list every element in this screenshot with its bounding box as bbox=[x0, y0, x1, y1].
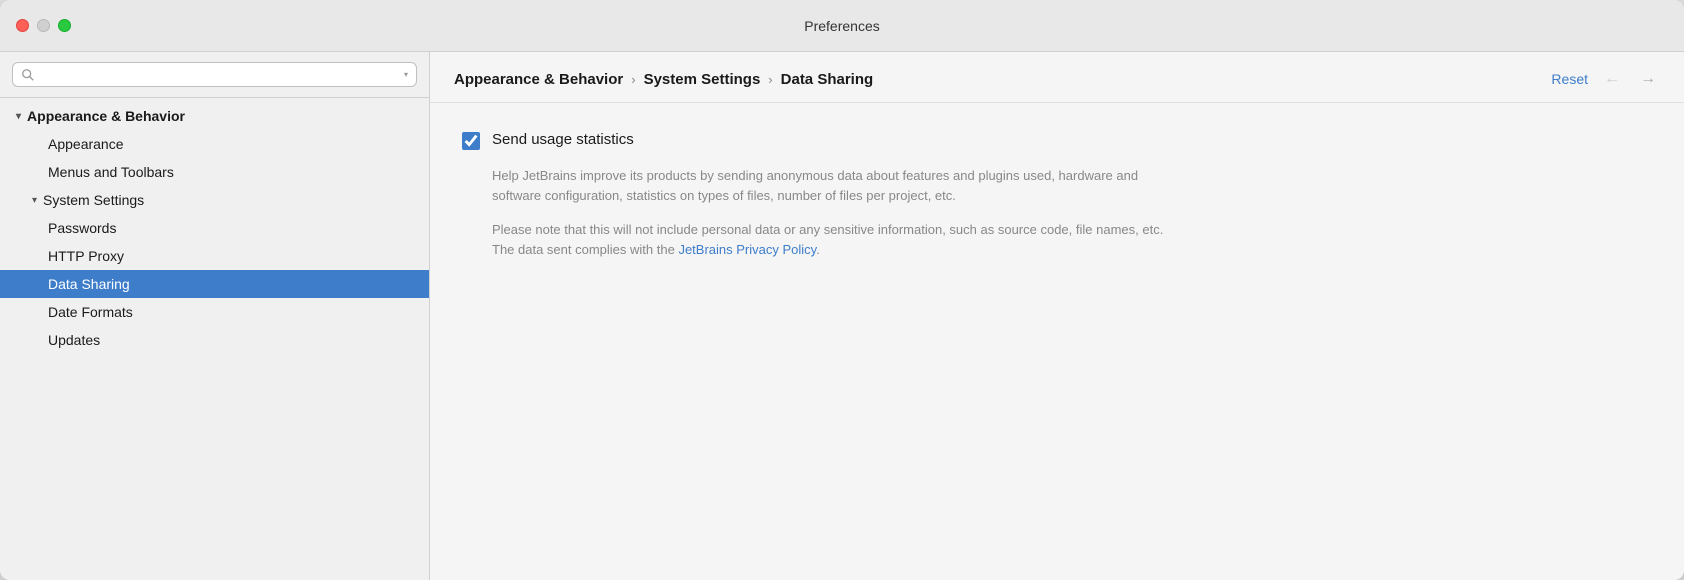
checkbox-wrapper bbox=[462, 132, 480, 150]
privacy-policy-link[interactable]: JetBrains Privacy Policy bbox=[678, 242, 816, 257]
content-header: Appearance & Behavior › System Settings … bbox=[430, 52, 1684, 103]
breadcrumb-separator-2: › bbox=[768, 72, 772, 87]
search-input[interactable] bbox=[41, 67, 398, 82]
description-paragraph-2: Please note that this will not include p… bbox=[492, 220, 1172, 260]
window-title: Preferences bbox=[804, 18, 879, 34]
sidebar-nav: ▾ Appearance & Behavior Appearance Menus… bbox=[0, 98, 429, 580]
header-actions: Reset ← → bbox=[1551, 70, 1660, 88]
content-body: Send usage statistics Help JetBrains imp… bbox=[430, 103, 1684, 580]
sidebar-item-http-proxy[interactable]: HTTP Proxy bbox=[0, 242, 429, 270]
preferences-window: Preferences ▾ ▾ Appearance & Beha bbox=[0, 0, 1684, 580]
search-dropdown-icon[interactable]: ▾ bbox=[404, 70, 408, 79]
breadcrumb-system-settings: System Settings bbox=[644, 71, 761, 88]
search-icon bbox=[21, 68, 35, 82]
send-usage-label: Send usage statistics bbox=[492, 131, 634, 148]
main-content: ▾ ▾ Appearance & Behavior Appearance Men… bbox=[0, 52, 1684, 580]
maximize-button[interactable] bbox=[58, 19, 71, 32]
sidebar-item-passwords[interactable]: Passwords bbox=[0, 214, 429, 242]
sidebar: ▾ ▾ Appearance & Behavior Appearance Men… bbox=[0, 52, 430, 580]
search-wrapper[interactable]: ▾ bbox=[12, 62, 417, 87]
chevron-down-icon: ▾ bbox=[32, 195, 37, 206]
minimize-button[interactable] bbox=[37, 19, 50, 32]
send-usage-setting-row: Send usage statistics bbox=[462, 131, 1652, 150]
sidebar-section-label: Appearance & Behavior bbox=[27, 108, 185, 124]
sidebar-item-appearance-behavior[interactable]: ▾ Appearance & Behavior bbox=[0, 102, 429, 130]
close-button[interactable] bbox=[16, 19, 29, 32]
sidebar-item-menus-toolbars[interactable]: Menus and Toolbars bbox=[0, 158, 429, 186]
traffic-lights bbox=[16, 19, 71, 32]
sidebar-subsection-label: System Settings bbox=[43, 192, 144, 208]
breadcrumb-separator-1: › bbox=[631, 72, 635, 87]
sidebar-item-data-sharing[interactable]: Data Sharing bbox=[0, 270, 429, 298]
description-paragraph-1: Help JetBrains improve its products by s… bbox=[492, 166, 1172, 206]
sidebar-item-appearance[interactable]: Appearance bbox=[0, 130, 429, 158]
sidebar-item-updates[interactable]: Updates bbox=[0, 326, 429, 354]
setting-description: Help JetBrains improve its products by s… bbox=[492, 166, 1172, 261]
search-container: ▾ bbox=[0, 52, 429, 98]
breadcrumb-data-sharing: Data Sharing bbox=[781, 71, 874, 88]
content-area: Appearance & Behavior › System Settings … bbox=[430, 52, 1684, 580]
sidebar-item-system-settings[interactable]: ▾ System Settings bbox=[0, 186, 429, 214]
description-post-link: . bbox=[816, 242, 820, 257]
description-pre-link: Please note that this will not include p… bbox=[492, 222, 1163, 257]
breadcrumb-appearance-behavior: Appearance & Behavior bbox=[454, 71, 623, 88]
forward-button[interactable]: → bbox=[1636, 70, 1660, 88]
chevron-down-icon: ▾ bbox=[16, 111, 21, 122]
breadcrumb: Appearance & Behavior › System Settings … bbox=[454, 71, 873, 88]
reset-button[interactable]: Reset bbox=[1551, 71, 1588, 87]
send-usage-checkbox[interactable] bbox=[462, 132, 480, 150]
titlebar: Preferences bbox=[0, 0, 1684, 52]
sidebar-item-date-formats[interactable]: Date Formats bbox=[0, 298, 429, 326]
back-button[interactable]: ← bbox=[1600, 70, 1624, 88]
